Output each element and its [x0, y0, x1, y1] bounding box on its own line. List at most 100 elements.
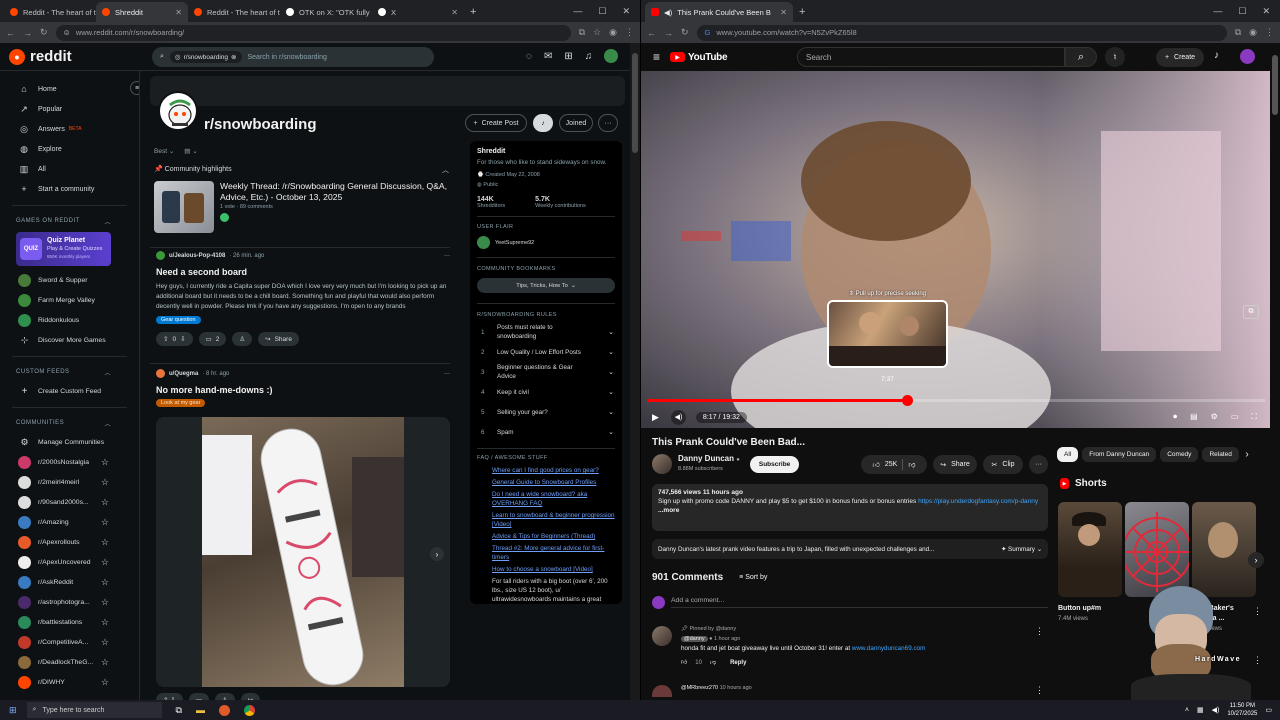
post-image-gallery[interactable]: › — [156, 417, 450, 687]
shorts-next-icon[interactable]: › — [1248, 552, 1264, 568]
scroll-thumb[interactable] — [632, 53, 638, 153]
game-farm-merge[interactable]: Farm Merge Valley — [0, 290, 139, 310]
reddit-scrollbar[interactable] — [630, 43, 640, 700]
network-icon[interactable]: ▦ — [1197, 706, 1204, 714]
favorite-star-icon[interactable]: ☆ — [101, 637, 109, 648]
award-button[interactable]: ♙ — [214, 693, 235, 700]
maximize-icon[interactable]: ☐ — [1238, 6, 1246, 17]
faq-link[interactable]: Thread #2: More general advice for first… — [492, 544, 615, 562]
favorite-star-icon[interactable]: ☆ — [101, 597, 109, 608]
post-hand-me-downs[interactable]: u/Quegma · 8 hr. ago ··· No more hand-me-d… — [156, 369, 450, 407]
menu-icon[interactable]: ⋮ — [625, 27, 634, 38]
hamburger-icon[interactable]: ≡ — [653, 50, 660, 64]
chrome-icon[interactable] — [243, 704, 255, 716]
video-player[interactable]: ⇕ Pull up for precise seeking 7:37 ⧉ ▶ ◀… — [641, 71, 1271, 428]
create-post-button[interactable]: + Create Post — [465, 114, 527, 132]
nav-all[interactable]: ▥ All — [0, 159, 139, 179]
miniplayer-icon[interactable]: ⧉ — [1243, 305, 1259, 319]
favorite-star-icon[interactable]: ☆ — [101, 677, 109, 688]
downvote-icon[interactable]: ⇩ — [180, 335, 185, 343]
forward-icon[interactable]: → — [23, 28, 32, 38]
faq-link[interactable]: Do I need a wide snowboard? aka OVERHANG… — [492, 490, 615, 508]
comment-link[interactable]: www.dannyduncan69.com — [852, 645, 926, 652]
community-item[interactable]: r/ApexUncovered ☆ — [0, 552, 139, 572]
nav-popular[interactable]: ↗ Popular — [0, 99, 139, 119]
address-bar[interactable]: ⊜ www.reddit.com/r/snowboarding/ — [55, 24, 571, 41]
mic-icon[interactable]: ♮ — [1105, 47, 1125, 67]
extensions-icon[interactable]: ⧉ — [579, 27, 585, 38]
youtube-logo[interactable]: ▶ YouTube — [670, 52, 728, 63]
speaker-icon[interactable]: ◀) — [1212, 706, 1220, 714]
file-explorer-icon[interactable]: ▬ — [196, 705, 205, 715]
create-button[interactable]: + Create — [1156, 48, 1204, 67]
comments-button[interactable]: ▭ 2 — [198, 332, 227, 346]
manage-communities[interactable]: ⚙ Manage Communities — [0, 432, 139, 452]
dislike-icon[interactable]: 👎︎ — [908, 460, 915, 469]
post-need-second-board[interactable]: u/Jealous-Pop-4108 · 26 min. ago ··· Need … — [156, 251, 450, 346]
autoplay-toggle-icon[interactable]: ⏺ — [1173, 412, 1177, 422]
tab-otk[interactable]: OTK on X: "OTK fully su✕ — [280, 2, 372, 22]
favorite-star-icon[interactable]: ☆ — [101, 617, 109, 628]
favorite-star-icon[interactable]: ☆ — [101, 497, 109, 508]
rule-item[interactable]: 4 Keep it civil ⌄ — [470, 382, 622, 402]
share-button[interactable]: ↪ Share — [933, 455, 977, 474]
award-button[interactable]: ♙ — [232, 332, 253, 346]
quiz-planet-card[interactable]: QUIZ Quiz Planet Play & Create Quizzes 8… — [16, 232, 111, 266]
tab-x[interactable]: X ✕ — [372, 2, 464, 22]
short-title[interactable]: Button up#m — [1058, 604, 1113, 614]
address-bar[interactable]: Gwww.youtube.com/watch?v=N5ZvPkZ65l8 — [696, 24, 1227, 41]
favorite-star-icon[interactable]: ☆ — [101, 577, 109, 588]
favorite-star-icon[interactable]: ☆ — [101, 557, 109, 568]
collapse-sidebar-icon[interactable]: ≡ — [130, 81, 139, 95]
channel-name[interactable]: Danny Duncan — [678, 454, 734, 463]
youtube-scrollbar[interactable] — [1270, 43, 1280, 700]
subtitles-icon[interactable]: ▤ — [1190, 412, 1198, 422]
notification-bell-button[interactable]: ♪ — [533, 114, 553, 132]
more-link[interactable]: ...more — [658, 506, 1042, 515]
tray-chevron-icon[interactable]: ˄ — [1185, 707, 1189, 714]
community-item[interactable]: r/DeadlockTheG... ☆ — [0, 652, 139, 672]
community-item[interactable]: r/90sand2000s... ☆ — [0, 492, 139, 512]
search-scope-chip[interactable]: ◎ r/snowboarding ⊗ — [169, 51, 242, 63]
volume-icon[interactable]: ◀) — [670, 409, 686, 425]
tab-reddit-1[interactable]: Reddit - The heart of th✕ — [4, 2, 96, 22]
chevron-up-icon[interactable]: ︿ — [442, 165, 449, 175]
community-item[interactable]: r/2000sNostalgia ☆ — [0, 452, 139, 472]
scroll-thumb[interactable] — [1272, 55, 1278, 115]
community-item[interactable]: r/Amazing ☆ — [0, 512, 139, 532]
add-comment-row[interactable]: Add a comment... — [652, 596, 1048, 609]
filter-chip[interactable]: All — [1057, 447, 1079, 462]
progress-scrubber[interactable] — [901, 395, 913, 406]
faq-link[interactable]: Learn to snowboard & beginner progressio… — [492, 511, 615, 529]
like-icon[interactable]: 👍︎ — [873, 460, 880, 469]
add-comment-placeholder[interactable]: Add a comment... — [671, 597, 1048, 608]
ai-summary-box[interactable]: Danny Duncan's latest prank video featur… — [652, 539, 1048, 559]
taskbar-search[interactable]: ⌕ Type here to search — [26, 702, 162, 718]
view-dropdown[interactable]: ▤ ⌄ — [184, 147, 197, 155]
task-view-icon[interactable]: ⧉ — [176, 705, 182, 716]
windows-start-icon[interactable]: ⊞ — [9, 705, 17, 716]
filter-chip[interactable]: Related — [1202, 447, 1239, 462]
close-tab-icon[interactable]: ✕ — [451, 8, 458, 17]
chips-next-icon[interactable]: › — [1240, 447, 1254, 461]
post-title[interactable]: No more hand-me-downs :) — [156, 385, 450, 395]
play-icon[interactable]: ▶ — [652, 412, 659, 423]
faq-link[interactable]: General Guide to Snowboard Profiles — [492, 478, 615, 487]
theater-mode-icon[interactable]: ▭ — [1231, 412, 1239, 422]
user-flair[interactable]: YeetSupreme92 — [477, 236, 615, 249]
more-icon[interactable]: ··· — [444, 253, 450, 259]
user-avatar[interactable] — [604, 49, 619, 63]
favorite-star-icon[interactable]: ☆ — [101, 477, 109, 488]
post-author[interactable]: u/Jealous-Pop-4108 — [169, 253, 225, 259]
more-options-button[interactable]: ··· — [598, 114, 618, 132]
comment-menu-icon[interactable]: ⋮ — [1035, 685, 1044, 696]
create-icon[interactable]: ⊞ — [564, 51, 572, 63]
summary-toggle[interactable]: ✦ Summary ⌄ — [1001, 546, 1042, 553]
fullscreen-icon[interactable]: ⛶ — [1251, 412, 1257, 422]
post-flair[interactable]: Look at my gear — [156, 399, 206, 407]
clip-button[interactable]: ✂ Clip — [983, 455, 1023, 474]
filter-chip[interactable]: From Danny Duncan — [1082, 447, 1157, 462]
clock[interactable]: 11:50 PM 10/27/2025 — [1227, 702, 1257, 718]
gallery-next-icon[interactable]: › — [430, 547, 444, 561]
notification-icon[interactable]: ♫ — [585, 51, 593, 63]
